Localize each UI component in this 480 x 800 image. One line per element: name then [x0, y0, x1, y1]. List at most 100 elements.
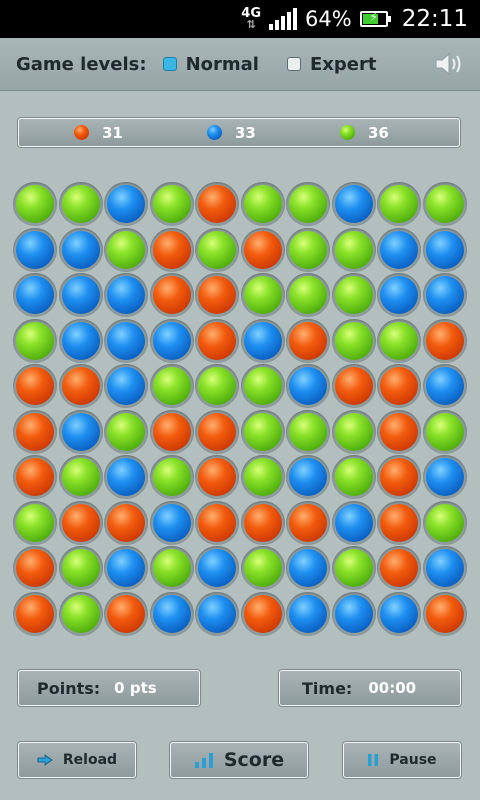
green-ball[interactable] — [289, 185, 327, 223]
level-option-normal[interactable]: Normal — [162, 54, 259, 75]
board-cell[interactable] — [331, 591, 376, 636]
orange-ball[interactable] — [289, 321, 327, 360]
blue-ball[interactable] — [425, 276, 464, 314]
board-cell[interactable] — [377, 591, 421, 636]
board-cell[interactable] — [377, 500, 421, 545]
blue-ball[interactable] — [243, 321, 282, 360]
blue-ball[interactable] — [107, 458, 145, 496]
board-cell[interactable] — [149, 546, 194, 590]
blue-ball[interactable] — [61, 412, 100, 451]
board-cell[interactable] — [104, 273, 148, 317]
green-ball[interactable] — [152, 549, 191, 587]
expert-checkbox[interactable] — [286, 57, 301, 71]
board-cell[interactable] — [149, 500, 194, 545]
blue-ball[interactable] — [380, 230, 418, 269]
blue-ball[interactable] — [380, 276, 418, 314]
orange-ball[interactable] — [16, 412, 54, 451]
blue-ball[interactable] — [289, 458, 327, 496]
board-cell[interactable] — [58, 591, 103, 636]
board-cell[interactable] — [331, 318, 376, 363]
board-cell[interactable] — [13, 455, 57, 499]
normal-checkbox[interactable] — [162, 57, 177, 71]
board-cell[interactable] — [377, 182, 421, 226]
board-cell[interactable] — [331, 455, 376, 499]
orange-ball[interactable] — [380, 549, 418, 587]
board-cell[interactable] — [240, 455, 285, 499]
board-cell[interactable] — [58, 500, 103, 545]
green-ball[interactable] — [334, 276, 373, 314]
board-cell[interactable] — [13, 409, 57, 454]
green-ball[interactable] — [289, 276, 327, 314]
board-cell[interactable] — [195, 227, 239, 272]
board-cell[interactable] — [104, 455, 148, 499]
orange-ball[interactable] — [152, 230, 191, 269]
green-ball[interactable] — [243, 412, 282, 451]
blue-ball[interactable] — [61, 230, 100, 269]
board-cell[interactable] — [195, 409, 239, 454]
board-cell[interactable] — [104, 591, 148, 636]
board-cell[interactable] — [377, 227, 421, 272]
board-cell[interactable] — [240, 273, 285, 317]
board-cell[interactable] — [13, 546, 57, 590]
blue-ball[interactable] — [107, 549, 145, 587]
blue-ball[interactable] — [289, 594, 327, 633]
green-ball[interactable] — [152, 185, 191, 223]
board-cell[interactable] — [331, 364, 376, 408]
orange-ball[interactable] — [152, 412, 191, 451]
board-cell[interactable] — [286, 500, 330, 545]
board-cell[interactable] — [149, 227, 194, 272]
board-cell[interactable] — [104, 364, 148, 408]
green-ball[interactable] — [61, 185, 100, 223]
board-cell[interactable] — [240, 227, 285, 272]
blue-ball[interactable] — [61, 321, 100, 360]
board-cell[interactable] — [240, 500, 285, 545]
board-cell[interactable] — [377, 364, 421, 408]
board-cell[interactable] — [331, 227, 376, 272]
orange-ball[interactable] — [198, 185, 236, 223]
board-cell[interactable] — [195, 455, 239, 499]
green-ball[interactable] — [289, 230, 327, 269]
pause-button[interactable]: Pause — [343, 742, 461, 778]
orange-ball[interactable] — [107, 594, 145, 633]
green-ball[interactable] — [334, 321, 373, 360]
board-cell[interactable] — [58, 364, 103, 408]
green-ball[interactable] — [334, 412, 373, 451]
board-cell[interactable] — [286, 227, 330, 272]
board-cell[interactable] — [286, 318, 330, 363]
orange-ball[interactable] — [425, 321, 464, 360]
orange-ball[interactable] — [61, 367, 100, 405]
blue-ball[interactable] — [198, 549, 236, 587]
orange-ball[interactable] — [198, 276, 236, 314]
green-ball[interactable] — [334, 230, 373, 269]
green-ball[interactable] — [380, 321, 418, 360]
board-cell[interactable] — [422, 227, 467, 272]
board-cell[interactable] — [286, 591, 330, 636]
orange-ball[interactable] — [61, 503, 100, 542]
board-cell[interactable] — [13, 318, 57, 363]
green-ball[interactable] — [16, 321, 54, 360]
board-cell[interactable] — [195, 500, 239, 545]
board-cell[interactable] — [13, 500, 57, 545]
board-cell[interactable] — [58, 455, 103, 499]
blue-ball[interactable] — [334, 594, 373, 633]
board-cell[interactable] — [331, 182, 376, 226]
board-cell[interactable] — [58, 273, 103, 317]
green-ball[interactable] — [61, 458, 100, 496]
green-ball[interactable] — [152, 367, 191, 405]
board-cell[interactable] — [286, 409, 330, 454]
board-cell[interactable] — [195, 182, 239, 226]
blue-ball[interactable] — [334, 503, 373, 542]
board-cell[interactable] — [240, 318, 285, 363]
green-ball[interactable] — [289, 412, 327, 451]
blue-ball[interactable] — [380, 594, 418, 633]
orange-ball[interactable] — [198, 458, 236, 496]
green-ball[interactable] — [334, 458, 373, 496]
board-cell[interactable] — [195, 273, 239, 317]
green-ball[interactable] — [107, 412, 145, 451]
board-cell[interactable] — [58, 182, 103, 226]
board-cell[interactable] — [149, 591, 194, 636]
board-cell[interactable] — [104, 500, 148, 545]
blue-ball[interactable] — [198, 594, 236, 633]
board-cell[interactable] — [240, 364, 285, 408]
board-cell[interactable] — [377, 409, 421, 454]
